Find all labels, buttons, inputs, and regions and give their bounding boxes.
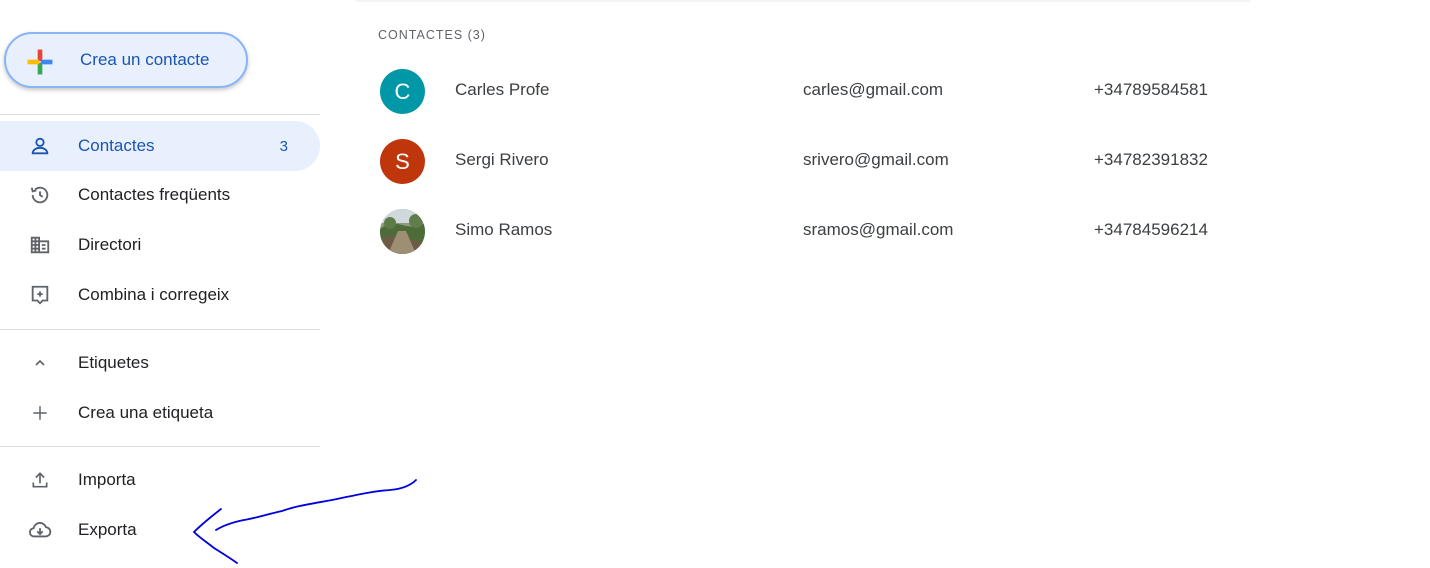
- divider: [0, 446, 320, 447]
- person-icon: [28, 134, 52, 158]
- cloud-download-icon: [28, 518, 52, 542]
- sidebar-item-label: Directori: [78, 235, 142, 254]
- contact-email: sramos@gmail.com: [803, 220, 954, 239]
- history-icon: [28, 183, 52, 207]
- sidebar-item-merge-fix[interactable]: Combina i corregeix: [0, 270, 320, 320]
- avatar: S: [380, 139, 425, 184]
- sidebar-item-label: Contactes freqüents: [78, 185, 231, 204]
- contact-row[interactable]: C Carles Profe carles@gmail.com +3478958…: [356, 57, 1256, 127]
- create-contact-button[interactable]: Crea un contacte: [4, 32, 248, 88]
- contact-email: srivero@gmail.com: [803, 150, 949, 169]
- chevron-up-icon: [28, 351, 52, 375]
- labels-section-toggle[interactable]: Etiquetes: [0, 338, 320, 388]
- sidebar-item-label: Importa: [78, 470, 136, 489]
- contact-name: Sergi Rivero: [455, 150, 549, 169]
- contacts-count: 3: [279, 137, 288, 155]
- contact-email: carles@gmail.com: [803, 80, 944, 99]
- building-icon: [28, 233, 52, 257]
- contact-name: Carles Profe: [455, 80, 550, 99]
- sidebar-item-label: Exporta: [78, 520, 137, 539]
- contacts-section-header: CONTACTES (3): [378, 28, 486, 42]
- create-label-text: Crea una etiqueta: [78, 403, 214, 422]
- contact-row[interactable]: S Sergi Rivero srivero@gmail.com +347823…: [356, 127, 1256, 197]
- divider: [0, 114, 320, 115]
- sidebar-item-label: Contactes: [78, 136, 155, 155]
- plus-icon: [27, 49, 53, 75]
- contact-phone: +34784596214: [1094, 220, 1208, 239]
- avatar: C: [380, 69, 425, 114]
- labels-section-label: Etiquetes: [78, 353, 149, 372]
- sidebar-item-label: Combina i corregeix: [78, 285, 230, 304]
- contact-name: Simo Ramos: [455, 220, 553, 239]
- sidebar-item-directory[interactable]: Directori: [0, 220, 320, 270]
- merge-fix-icon: [28, 283, 52, 307]
- header-divider: [356, 0, 1250, 2]
- create-contact-label: Crea un contacte: [80, 50, 210, 69]
- create-label-button[interactable]: Crea una etiqueta: [0, 388, 320, 438]
- plus-icon: [28, 401, 52, 425]
- contact-row[interactable]: Simo Ramos sramos@gmail.com +34784596214: [356, 197, 1256, 267]
- avatar-photo: [380, 209, 425, 254]
- sidebar-item-frequent[interactable]: Contactes freqüents: [0, 170, 320, 220]
- sidebar-item-contacts[interactable]: Contactes 3: [0, 121, 320, 171]
- annotation-arrow: [192, 479, 417, 564]
- divider: [0, 329, 320, 330]
- contact-phone: +34789584581: [1094, 80, 1208, 99]
- contact-phone: +34782391832: [1094, 150, 1208, 169]
- upload-icon: [28, 468, 52, 492]
